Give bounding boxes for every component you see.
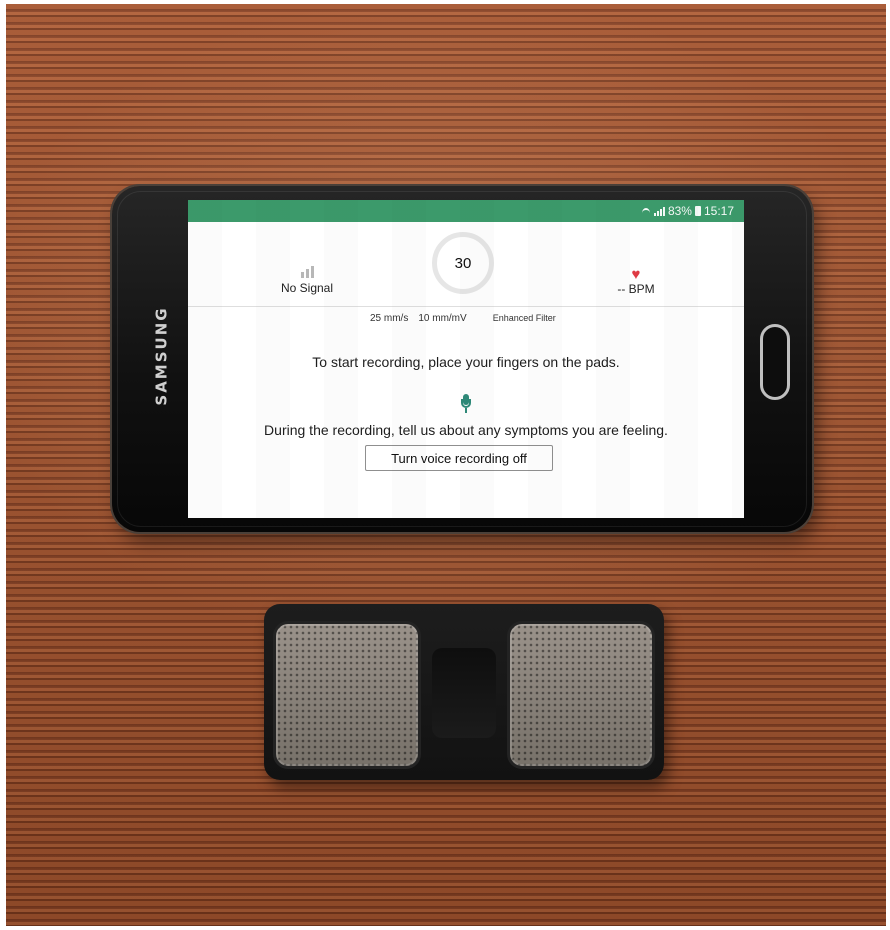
microphone-icon [461, 394, 471, 414]
signal-meter-icon [272, 264, 342, 278]
phone-screen: 83% 15:17 No Signal 30 ♥ -- BPM 25 mm/s … [188, 200, 744, 518]
phone-brand-label: SAMSUNG [153, 306, 172, 406]
symptoms-prompt: During the recording, tell us about any … [264, 422, 668, 438]
bpm-label: -- BPM [617, 282, 655, 296]
signal-label: No Signal [280, 281, 334, 295]
status-time: 15:17 [703, 204, 734, 218]
heart-icon: ♥ [631, 266, 641, 283]
paper-speed: 25 mm/s [370, 313, 409, 324]
wifi-icon [641, 206, 651, 216]
filter-label: Enhanced Filter [492, 313, 556, 323]
countdown-value: 30 [454, 254, 472, 272]
photo: SAMSUNG 83% 15:17 No Signal 30 ♥ -- BPM … [6, 4, 886, 926]
recording-settings: 25 mm/s 10 mm/mV Enhanced Filter [370, 313, 556, 324]
battery-icon [694, 206, 701, 216]
signal-bars-icon [653, 206, 665, 216]
right-electrode-pad [510, 624, 652, 766]
battery-percent: 83% [667, 204, 692, 218]
ecg-device [264, 604, 664, 780]
status-icons: 83% 15:17 [641, 204, 734, 218]
instruction-text: To start recording, place your fingers o… [312, 354, 620, 370]
voice-recording-toggle-button[interactable]: Turn voice recording off [365, 445, 553, 471]
countdown-timer: 30 [432, 232, 494, 294]
ecg-header: No Signal 30 ♥ -- BPM [188, 222, 744, 307]
signal-indicator: No Signal [272, 264, 342, 295]
gain-setting: 10 mm/mV [418, 313, 467, 324]
smartphone: SAMSUNG 83% 15:17 No Signal 30 ♥ -- BPM … [112, 186, 812, 532]
home-button [760, 324, 790, 400]
status-bar: 83% 15:17 [188, 200, 744, 222]
device-center [432, 648, 496, 738]
heart-rate-indicator: ♥ -- BPM [616, 266, 656, 296]
phone-brand: SAMSUNG [150, 306, 174, 406]
left-electrode-pad [276, 624, 418, 766]
